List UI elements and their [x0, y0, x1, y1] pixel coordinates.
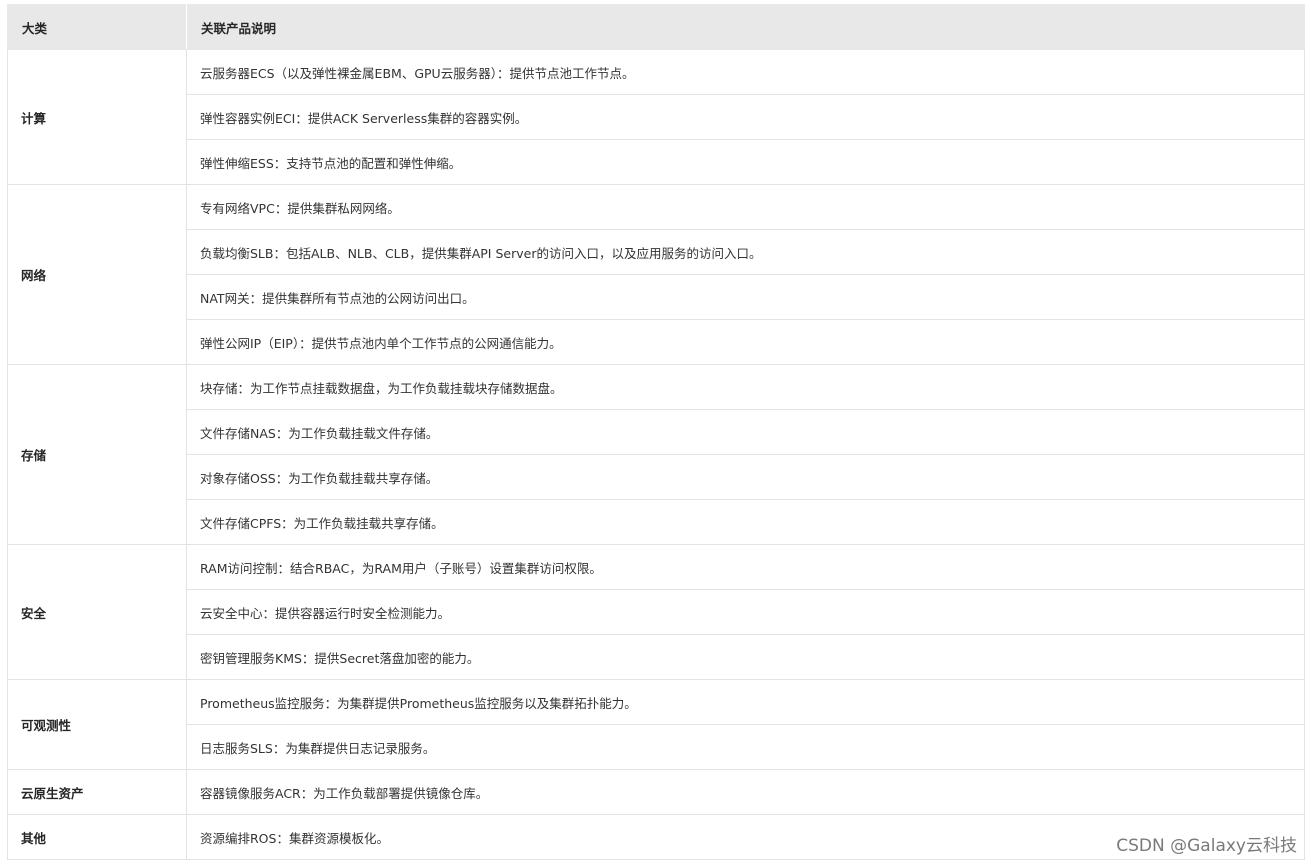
watermark: CSDN @Galaxy云科技 — [1116, 836, 1297, 856]
product-table-container: 大类 关联产品说明 计算 云服务器ECS（以及弹性裸金属EBM、GPU云服务器）：… — [7, 4, 1305, 860]
description-cell: Prometheus监控服务：为集群提供Prometheus监控服务以及集群拓扑… — [186, 679, 1305, 725]
table-row: NAT网关：提供集群所有节点池的公网访问出口。 — [8, 274, 1305, 320]
description-cell: 弹性容器实例ECI：提供ACK Serverless集群的容器实例。 — [186, 94, 1305, 140]
category-cell: 可观测性 — [7, 679, 187, 770]
table-row: 密钥管理服务KMS：提供Secret落盘加密的能力。 — [8, 634, 1305, 680]
description-cell: NAT网关：提供集群所有节点池的公网访问出口。 — [186, 274, 1305, 320]
table-row: 负载均衡SLB：包括ALB、NLB、CLB，提供集群API Server的访问入… — [8, 229, 1305, 275]
table-row: 计算 云服务器ECS（以及弹性裸金属EBM、GPU云服务器）：提供节点池工作节点。 — [7, 49, 1305, 185]
description-cell: 云服务器ECS（以及弹性裸金属EBM、GPU云服务器）：提供节点池工作节点。 — [186, 49, 1305, 95]
table-row: 网络 专有网络VPC：提供集群私网网络。 — [7, 184, 1305, 365]
header-description: 关联产品说明 — [186, 4, 1305, 50]
table-row: 弹性伸缩ESS：支持节点池的配置和弹性伸缩。 — [8, 139, 1305, 185]
description-cell: 弹性伸缩ESS：支持节点池的配置和弹性伸缩。 — [186, 139, 1305, 185]
table-row: 其他 资源编排ROS：集群资源模板化。 — [7, 814, 1305, 860]
table-row: 安全 RAM访问控制：结合RBAC，为RAM用户（子账号）设置集群访问权限。 — [7, 544, 1305, 680]
description-cell: 日志服务SLS：为集群提供日志记录服务。 — [186, 724, 1305, 770]
table-row: 文件存储NAS：为工作负载挂载文件存储。 — [8, 409, 1305, 455]
category-cell: 计算 — [7, 49, 187, 185]
description-cell: 容器镜像服务ACR：为工作负载部署提供镜像仓库。 — [186, 769, 1305, 815]
description-cell: 文件存储CPFS：为工作负载挂载共享存储。 — [186, 499, 1305, 545]
description-cell: RAM访问控制：结合RBAC，为RAM用户（子账号）设置集群访问权限。 — [186, 544, 1305, 590]
description-cell: 块存储：为工作节点挂载数据盘，为工作负载挂载块存储数据盘。 — [186, 364, 1305, 410]
category-cell: 其他 — [7, 814, 187, 860]
category-cell: 云原生资产 — [7, 769, 187, 815]
category-cell: 网络 — [7, 184, 187, 365]
description-cell: 密钥管理服务KMS：提供Secret落盘加密的能力。 — [186, 634, 1305, 680]
category-cell: 存储 — [7, 364, 187, 545]
header-category: 大类 — [7, 4, 187, 50]
table-row: 云安全中心：提供容器运行时安全检测能力。 — [8, 589, 1305, 635]
table-row: 云原生资产 容器镜像服务ACR：为工作负载部署提供镜像仓库。 — [7, 769, 1305, 815]
table-row: 文件存储CPFS：为工作负载挂载共享存储。 — [8, 499, 1305, 545]
description-cell: 弹性公网IP（EIP）：提供节点池内单个工作节点的公网通信能力。 — [186, 319, 1305, 365]
description-cell: 对象存储OSS：为工作负载挂载共享存储。 — [186, 454, 1305, 500]
product-table: 大类 关联产品说明 计算 云服务器ECS（以及弹性裸金属EBM、GPU云服务器）：… — [7, 4, 1305, 860]
description-cell: 文件存储NAS：为工作负载挂载文件存储。 — [186, 409, 1305, 455]
table-row: 弹性公网IP（EIP）：提供节点池内单个工作节点的公网通信能力。 — [8, 319, 1305, 365]
table-row: 对象存储OSS：为工作负载挂载共享存储。 — [8, 454, 1305, 500]
table-row: 存储 块存储：为工作节点挂载数据盘，为工作负载挂载块存储数据盘。 — [7, 364, 1305, 545]
category-cell: 安全 — [7, 544, 187, 680]
table-body: 计算 云服务器ECS（以及弹性裸金属EBM、GPU云服务器）：提供节点池工作节点。… — [7, 49, 1305, 860]
table-row: 可观测性 Prometheus监控服务：为集群提供Prometheus监控服务以及… — [7, 679, 1305, 770]
description-cell: 专有网络VPC：提供集群私网网络。 — [186, 184, 1305, 230]
table-row: 日志服务SLS：为集群提供日志记录服务。 — [8, 724, 1305, 770]
description-cell: 负载均衡SLB：包括ALB、NLB、CLB，提供集群API Server的访问入… — [186, 229, 1305, 275]
table-row: 弹性容器实例ECI：提供ACK Serverless集群的容器实例。 — [8, 94, 1305, 140]
table-header-row: 大类 关联产品说明 — [7, 4, 1305, 50]
description-cell: 云安全中心：提供容器运行时安全检测能力。 — [186, 589, 1305, 635]
